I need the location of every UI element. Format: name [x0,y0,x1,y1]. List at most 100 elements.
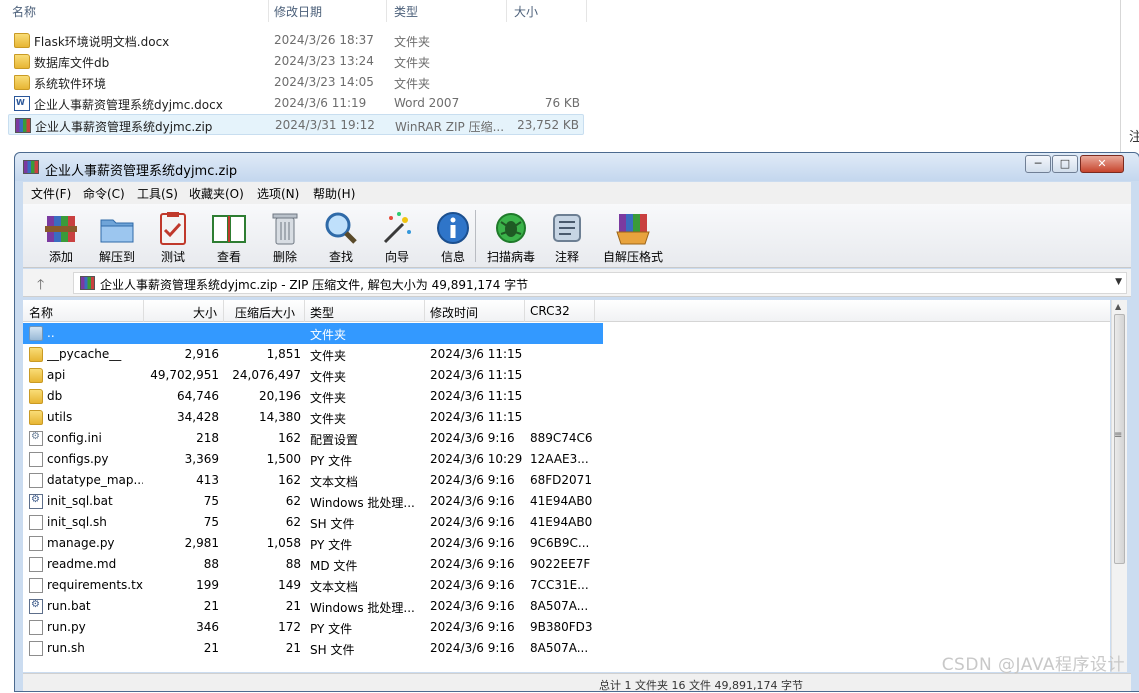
comment-button[interactable]: 注释 [541,208,593,266]
column-divider[interactable] [386,0,387,22]
file-size: 21 [203,599,219,613]
file-packed-size: 88 [285,557,301,571]
column-size[interactable]: 大小 [193,304,217,321]
folder-icon [14,75,30,90]
folder-icon [29,410,43,425]
column-divider[interactable] [304,300,305,322]
column-modified[interactable]: 修改时间 [430,304,478,321]
file-modified: 2024/3/6 11:15 [430,389,523,403]
add-archive-icon [45,216,77,242]
explorer-row-type: 文件夹 [394,77,431,91]
explorer-row[interactable]: 数据库文件db 2024/3/23 13:24 文件夹 [8,51,584,72]
file-size: 218 [196,431,219,445]
vertical-scrollbar[interactable]: ▲ ≡ [1111,300,1127,672]
explorer-row[interactable]: Flask环境说明文档.docx 2024/3/26 18:37 文件夹 [8,30,584,51]
comment-icon [553,214,581,242]
file-packed-size: 162 [278,473,301,487]
file-type: MD 文件 [310,559,358,573]
file-name: config.ini [47,431,102,445]
view-button[interactable]: 查看 [203,208,255,266]
virus-scan-icon [496,213,526,243]
file-row[interactable]: run.sh 21 21 SH 文件 2024/3/6 9:16 8A507A... [23,638,603,659]
info-button[interactable]: 信息 [427,208,479,266]
file-size: 34,428 [177,410,219,424]
explorer-row-type: WinRAR ZIP 压缩... [395,120,505,134]
extract-to-button[interactable]: 解压到 [91,208,143,266]
test-button[interactable]: 测试 [147,208,199,266]
file-row[interactable]: api 49,702,951 24,076,497 文件夹 2024/3/6 11:15 [23,365,603,386]
file-row[interactable]: run.bat 21 21 Windows 批处理... 2024/3/6 9:16 8A… [23,596,603,617]
column-divider[interactable] [223,300,224,322]
column-divider[interactable] [506,0,507,22]
menu-tools[interactable]: 工具(S) [137,185,178,202]
file-row[interactable]: configs.py 3,369 1,500 PY 文件 2024/3/6 10:29 1… [23,449,603,470]
column-size[interactable]: 大小 [514,3,538,20]
file-row[interactable]: datatype_map.... 413 162 文本文档 2024/3/6 9:16 6… [23,470,603,491]
virus-scan-button[interactable]: 扫描病毒 [485,208,537,266]
column-type[interactable]: 类型 [394,3,418,20]
menu-favorites[interactable]: 收藏夹(O) [189,185,244,202]
file-row[interactable]: run.py 346 172 PY 文件 2024/3/6 9:16 9B380FD3 [23,617,603,638]
file-row[interactable]: utils 34,428 14,380 文件夹 2024/3/6 11:15 [23,407,603,428]
file-crc: 9B380FD3 [530,620,593,634]
toolbar-label: 删除 [272,250,297,264]
file-packed-size: 62 [285,515,301,529]
file-row[interactable]: init_sql.sh 75 62 SH 文件 2024/3/6 9:16 41E94AB… [23,512,603,533]
scroll-up-arrow-icon[interactable]: ▲ [1115,302,1121,311]
menu-file[interactable]: 文件(F) [31,185,71,202]
find-button[interactable]: 查找 [315,208,367,266]
delete-button[interactable]: 删除 [259,208,311,266]
wizard-button[interactable]: 向导 [371,208,423,266]
file-name: run.py [47,620,86,634]
column-divider[interactable] [524,300,525,322]
file-packed-size: 21 [285,641,301,655]
file-type: 文件夹 [310,328,347,342]
file-type: PY 文件 [310,454,353,468]
explorer-row[interactable]: 系统软件环境 2024/3/23 14:05 文件夹 [8,72,584,93]
up-arrow-icon[interactable]: 🡑 [37,274,44,298]
sfx-button[interactable]: 自解压格式 [603,208,663,266]
explorer-row[interactable]: 企业人事薪资管理系统dyjmc.docx 2024/3/6 11:19 Word… [8,93,584,114]
file-row[interactable]: init_sql.bat 75 62 Windows 批处理... 2024/3/6 9… [23,491,603,512]
column-divider[interactable] [424,300,425,322]
maximize-button[interactable]: □ [1052,155,1078,173]
menu-options[interactable]: 选项(N) [257,185,299,202]
path-text: 企业人事薪资管理系统dyjmc.zip - ZIP 压缩文件, 解包大小为 49… [100,278,529,292]
column-type[interactable]: 类型 [310,304,334,321]
file-row[interactable]: db 64,746 20,196 文件夹 2024/3/6 11:15 [23,386,603,407]
edge-text: 注 [1129,130,1139,145]
file-row[interactable]: __pycache__ 2,916 1,851 文件夹 2024/3/6 11:15 [23,344,603,365]
column-crc[interactable]: CRC32 [530,304,570,318]
minimize-button[interactable]: ─ [1025,155,1051,173]
file-name: init_sql.sh [47,515,107,529]
column-name[interactable]: 名称 [29,304,53,321]
close-button[interactable]: ✕ [1080,155,1124,173]
winrar-app-icon[interactable] [23,160,39,174]
explorer-row-name: 企业人事薪资管理系统dyjmc.zip [35,120,213,134]
column-divider[interactable] [594,300,595,322]
explorer-row-date: 2024/3/26 18:37 [274,33,374,47]
menu-commands[interactable]: 命令(C) [83,185,125,202]
column-name[interactable]: 名称 [12,3,36,20]
title-bar[interactable]: 企业人事薪资管理系统dyjmc.zip ─ □ ✕ [15,153,1139,181]
file-crc: 8A507A... [530,641,589,655]
column-modified[interactable]: 修改日期 [274,3,322,20]
path-field[interactable]: 企业人事薪资管理系统dyjmc.zip - ZIP 压缩文件, 解包大小为 49… [73,272,1127,294]
scroll-grip-icon: ≡ [1114,430,1123,441]
explorer-row-selected[interactable]: 企业人事薪资管理系统dyjmc.zip 2024/3/31 19:12 WinR… [8,114,584,135]
batch-file-icon [29,599,43,614]
column-packed[interactable]: 压缩后大小 [235,304,295,321]
menu-help[interactable]: 帮助(H) [313,185,355,202]
toolbar-label: 查看 [216,250,241,264]
add-button[interactable]: 添加 [35,208,87,266]
file-row[interactable]: requirements.txt 199 149 文本文档 2024/3/6 9:16 7… [23,575,603,596]
file-row-selected[interactable]: .. 文件夹 [23,323,603,344]
file-row[interactable]: config.ini 218 162 配置设置 2024/3/6 9:16 889C74C… [23,428,603,449]
file-row[interactable]: manage.py 2,981 1,058 PY 文件 2024/3/6 9:16 9C6… [23,533,603,554]
column-divider[interactable] [143,300,144,322]
chevron-down-icon[interactable]: ▼ [1115,277,1122,287]
column-divider[interactable] [268,0,269,22]
column-divider[interactable] [586,0,587,22]
file-row[interactable]: readme.md 88 88 MD 文件 2024/3/6 9:16 9022EE7F [23,554,603,575]
explorer-row-type: Word 2007 [394,96,460,110]
